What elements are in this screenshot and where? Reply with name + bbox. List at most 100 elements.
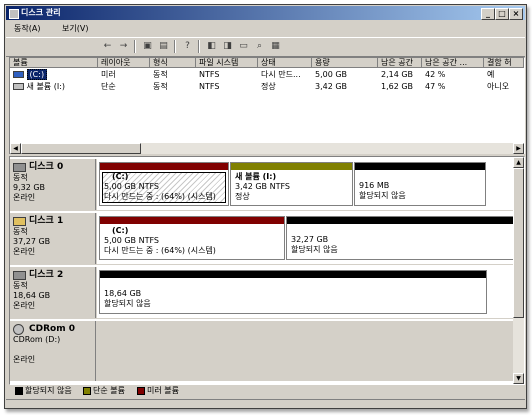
free-pct-cell: 42 % bbox=[425, 70, 446, 79]
disk-size: 9,32 GB bbox=[13, 183, 46, 192]
scroll-thumb[interactable] bbox=[513, 168, 524, 318]
partition-status: 할당되지 않음 bbox=[104, 299, 151, 308]
col-free[interactable]: 남은 공간 bbox=[378, 58, 422, 68]
status-bar bbox=[6, 399, 525, 408]
toolbar-separator bbox=[198, 40, 200, 53]
partition-status: 할당되지 않음 bbox=[359, 191, 406, 200]
disk-name: 디스크 0 bbox=[29, 162, 64, 172]
partition-mirror-c[interactable]: (C:) 5,00 GB NTFS 다시 만드는 중 : (64%) (시스템) bbox=[99, 216, 285, 260]
partition-unallocated[interactable]: 916 MB 할당되지 않음 bbox=[354, 162, 486, 206]
col-status[interactable]: 상태 bbox=[258, 58, 312, 68]
disk-name: CDRom 0 bbox=[29, 324, 75, 334]
partition-size: 916 MB bbox=[359, 181, 390, 190]
menu-action[interactable]: 동작(A) bbox=[14, 22, 40, 36]
minimize-button[interactable]: _ bbox=[481, 8, 495, 20]
layout-cell: 단순 bbox=[101, 82, 116, 91]
search-icon[interactable]: ⌕ bbox=[254, 41, 265, 52]
partition-bar bbox=[100, 271, 486, 278]
partition-mirror-c[interactable]: (C:) 5,00 GB NTFS 다시 만드는 중 : (64%) (시스템) bbox=[99, 162, 229, 206]
scroll-down-button[interactable]: ▼ bbox=[513, 373, 524, 384]
partition-unallocated[interactable]: 32,27 GB 할당되지 않음 bbox=[286, 216, 514, 260]
partition-size: 32,27 GB bbox=[291, 235, 329, 244]
partition-status: 할당되지 않음 bbox=[291, 245, 338, 254]
close-button[interactable]: × bbox=[509, 8, 523, 20]
col-type[interactable]: 형식 bbox=[150, 58, 196, 68]
type-cell: 동적 bbox=[153, 70, 168, 79]
col-capacity[interactable]: 용량 bbox=[312, 58, 378, 68]
back-icon[interactable]: ← bbox=[102, 41, 113, 52]
help-icon[interactable]: ? bbox=[182, 41, 193, 52]
menu-bar: 동작(A) 보기(V) bbox=[6, 22, 525, 36]
disk-row: 디스크 1 동적 37,27 GB 온라인 (C:) 5,00 GB NTFS … bbox=[10, 213, 514, 265]
legend-label-simple: 단순 볼륨 bbox=[93, 386, 125, 395]
col-volume[interactable]: 볼륨 bbox=[10, 58, 98, 68]
disk-action-icon-1[interactable]: ◧ bbox=[206, 41, 217, 52]
disk-status: 온라인 bbox=[13, 301, 36, 310]
partition-unallocated[interactable]: 18,64 GB 할당되지 않음 bbox=[99, 270, 487, 314]
volume-icon bbox=[13, 83, 24, 90]
horizontal-scrollbar[interactable]: ◀ ▶ bbox=[10, 143, 524, 154]
volume-icon bbox=[13, 71, 24, 78]
partition-bar bbox=[100, 163, 228, 170]
legend-label-unallocated: 할당되지 않음 bbox=[25, 386, 72, 395]
partition-bar bbox=[231, 163, 352, 170]
disk-size: 37,27 GB bbox=[13, 237, 51, 246]
disk-row: CDRom 0 CDRom (D:) 온라인 bbox=[10, 321, 514, 381]
type-cell: 동적 bbox=[153, 82, 168, 91]
free-cell: 2,14 GB bbox=[381, 70, 414, 79]
col-fault[interactable]: 결함 허 bbox=[484, 58, 524, 68]
partition-bar bbox=[287, 217, 513, 224]
disk-type: 동적 bbox=[13, 173, 28, 182]
status-cell: 다시 만드... bbox=[261, 70, 301, 79]
col-filesystem[interactable]: 파일 시스템 bbox=[196, 58, 258, 68]
disk-size bbox=[13, 345, 95, 355]
free-cell: 1,62 GB bbox=[381, 82, 414, 91]
maximize-button[interactable]: □ bbox=[495, 8, 509, 20]
settings-icon[interactable]: ▦ bbox=[270, 41, 281, 52]
scroll-left-button[interactable]: ◀ bbox=[10, 143, 21, 154]
partition-size: 5,00 GB NTFS bbox=[104, 236, 159, 245]
disk-management-window: 디스크 관리 _ □ × 동작(A) 보기(V) ← → ▣ ▤ ? ◧ ◨ ▭… bbox=[4, 4, 527, 409]
folder-open-icon[interactable]: ▭ bbox=[238, 41, 249, 52]
fault-cell: 아니오 bbox=[487, 82, 510, 91]
forward-icon[interactable]: → bbox=[118, 41, 129, 52]
legend: 할당되지 않음 단순 볼륨 미러 볼륨 bbox=[9, 385, 523, 397]
disk-label[interactable]: CDRom 0 CDRom (D:) 온라인 bbox=[10, 321, 96, 381]
title-bar[interactable]: 디스크 관리 _ □ × bbox=[6, 6, 525, 20]
disk-label[interactable]: 디스크 2 동적 18,64 GB 온라인 bbox=[10, 267, 96, 318]
fs-cell: NTFS bbox=[199, 82, 220, 91]
partition-size: 3,42 GB NTFS bbox=[235, 182, 290, 191]
disk-type: CDRom (D:) bbox=[13, 335, 61, 344]
partition-simple-i[interactable]: 새 볼륨 (I:) 3,42 GB NTFS 정상 bbox=[230, 162, 353, 206]
partition-status: 다시 만드는 중 : (64%) (시스템) bbox=[104, 192, 216, 201]
disk-partitions: (C:) 5,00 GB NTFS 다시 만드는 중 : (64%) (시스템)… bbox=[97, 159, 514, 210]
partition-name: (C:) bbox=[112, 226, 129, 235]
volume-cell: (C:) bbox=[10, 69, 98, 81]
scroll-right-button[interactable]: ▶ bbox=[513, 143, 524, 154]
disk-partitions: 18,64 GB 할당되지 않음 bbox=[97, 267, 514, 318]
col-layout[interactable]: 레이아웃 bbox=[98, 58, 150, 68]
table-row[interactable]: (C:) 미러 동적 NTFS 다시 만드... 5,00 GB 2,14 GB… bbox=[10, 69, 524, 81]
scroll-up-button[interactable]: ▲ bbox=[513, 157, 524, 168]
scroll-thumb[interactable] bbox=[21, 143, 141, 154]
disk-row: 디스크 0 동적 9,32 GB 온라인 (C:) 5,00 GB NTFS 다… bbox=[10, 159, 514, 211]
disk-label[interactable]: 디스크 0 동적 9,32 GB 온라인 bbox=[10, 159, 96, 210]
menu-view[interactable]: 보기(V) bbox=[62, 22, 88, 36]
vertical-scrollbar[interactable]: ▲ ▼ bbox=[513, 157, 524, 384]
volume-cell: 새 볼륨 (I:) bbox=[10, 81, 98, 93]
up-folder-icon[interactable]: ▣ bbox=[142, 41, 153, 52]
fault-cell: 예 bbox=[487, 70, 495, 79]
toolbar-separator bbox=[134, 40, 136, 53]
properties-icon[interactable]: ▤ bbox=[158, 41, 169, 52]
window-title: 디스크 관리 bbox=[21, 8, 61, 17]
disk-action-icon-2[interactable]: ◨ bbox=[222, 41, 233, 52]
volume-name: (C:) bbox=[26, 69, 48, 80]
disk-name: 디스크 2 bbox=[29, 270, 64, 280]
table-row[interactable]: 새 볼륨 (I:) 단순 동적 NTFS 정상 3,42 GB 1,62 GB … bbox=[10, 81, 524, 93]
col-free-pct[interactable]: 남은 공간 ... bbox=[422, 58, 484, 68]
disk-size: 18,64 GB bbox=[13, 291, 51, 300]
disk-label[interactable]: 디스크 1 동적 37,27 GB 온라인 bbox=[10, 213, 96, 264]
disk-status: 온라인 bbox=[13, 193, 36, 202]
volume-list: 볼륨 레이아웃 형식 파일 시스템 상태 용량 남은 공간 남은 공간 ... … bbox=[9, 57, 525, 155]
disk-icon bbox=[13, 271, 26, 280]
